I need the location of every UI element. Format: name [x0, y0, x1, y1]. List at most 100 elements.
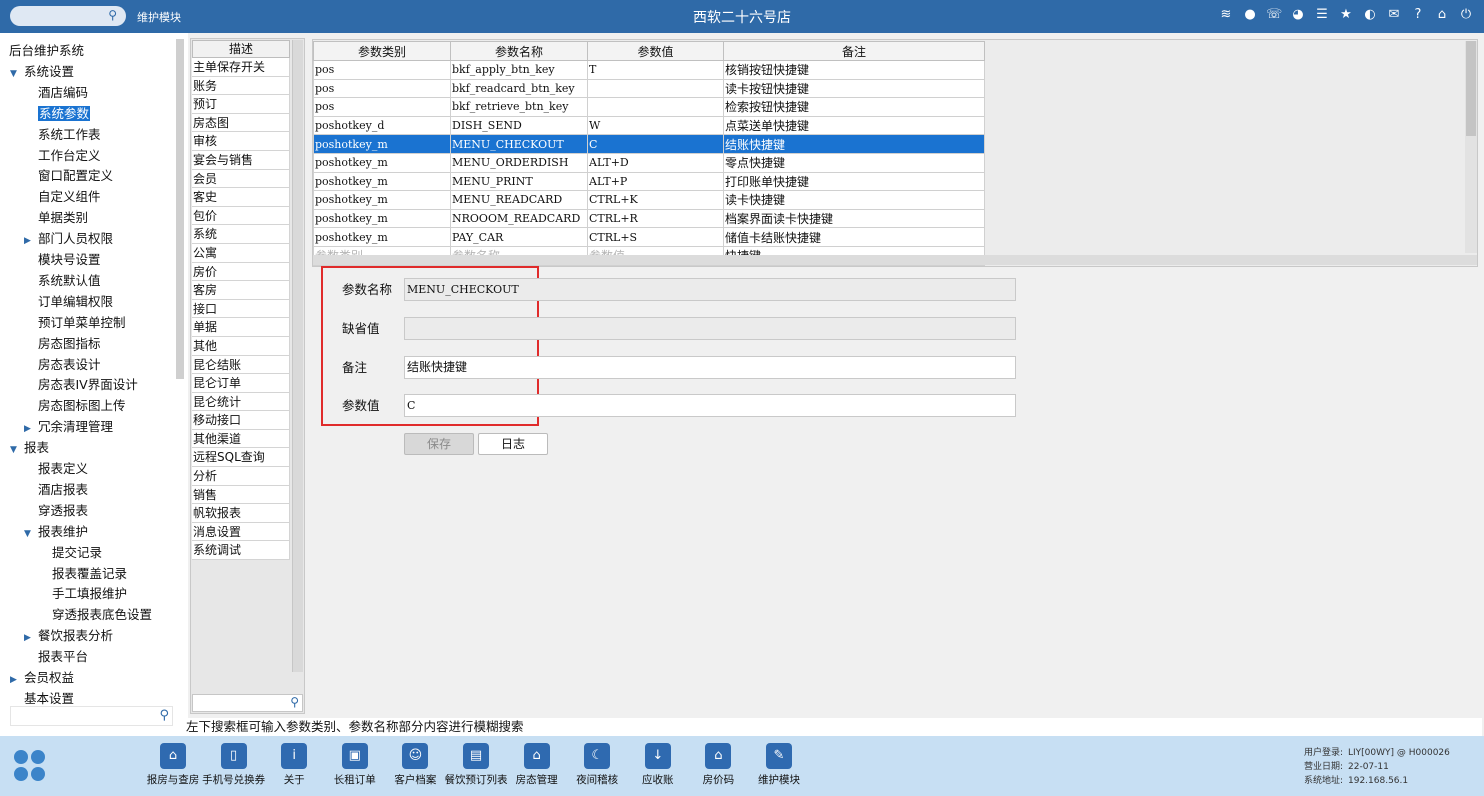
cell-note[interactable]: 读卡快捷键: [723, 190, 985, 210]
cell-note[interactable]: 检索按钮快捷键: [723, 97, 985, 117]
category-item[interactable]: 包价: [192, 206, 290, 226]
param-value-field[interactable]: C: [404, 394, 1016, 417]
cell-name[interactable]: MENU_CHECKOUT: [450, 134, 588, 154]
category-item[interactable]: 昆仑订单: [192, 374, 290, 393]
category-item[interactable]: 消息设置: [192, 522, 290, 542]
taskbar-button[interactable]: ▤ 餐饮预订列表: [444, 743, 508, 793]
table-horizontal-scrollbar[interactable]: [313, 255, 1477, 265]
sidebar-item[interactable]: ▶ 会员权益: [10, 668, 74, 688]
cell-name[interactable]: bkf_readcard_btn_key: [450, 78, 588, 99]
table-row[interactable]: pos bkf_apply_btn_key T 核销按钮快捷键: [313, 60, 985, 80]
category-item[interactable]: 销售: [192, 485, 290, 505]
table-row[interactable]: poshotkey_m MENU_ORDERDISH ALT+D 零点快捷键: [313, 152, 985, 173]
sidebar-item[interactable]: 酒店报表: [24, 480, 88, 500]
cell-category[interactable]: poshotkey_m: [313, 227, 451, 247]
category-search-input[interactable]: ⚲: [192, 694, 303, 712]
sidebar-item[interactable]: 房态表IV界面设计: [24, 375, 138, 395]
power-icon[interactable]: ⏻: [1458, 7, 1474, 23]
taskbar-button[interactable]: ✎ 维护模块: [747, 743, 811, 793]
app-logo-icon[interactable]: [14, 750, 46, 782]
sidebar-item[interactable]: ▶ 冗余清理管理: [24, 417, 113, 437]
category-item[interactable]: 其他: [192, 336, 290, 356]
cell-note[interactable]: 点菜送单快捷键: [723, 115, 985, 136]
cell-value[interactable]: C: [587, 134, 724, 154]
collapse-arrow-icon[interactable]: ▶: [24, 231, 38, 251]
expand-arrow-icon[interactable]: ▼: [10, 440, 24, 460]
cell-name[interactable]: MENU_ORDERDISH: [450, 152, 588, 173]
sidebar-item[interactable]: ▼ 报表维护: [24, 522, 88, 542]
cell-category[interactable]: poshotkey_d: [313, 115, 451, 136]
category-item[interactable]: 预订: [192, 95, 290, 114]
cell-name[interactable]: NROOOM_READCARD: [450, 208, 588, 229]
cell-value[interactable]: CTRL+K: [587, 190, 724, 210]
cell-note[interactable]: 零点快捷键: [723, 152, 985, 173]
help-icon[interactable]: ?: [1410, 7, 1426, 23]
sidebar-item[interactable]: 手工填报维护: [38, 584, 127, 604]
table-row[interactable]: poshotkey_m NROOOM_READCARD CTRL+R 档案界面读卡快捷…: [313, 208, 985, 229]
category-item[interactable]: 主单保存开关: [192, 58, 290, 77]
category-item[interactable]: 系统: [192, 225, 290, 244]
taskbar-button[interactable]: ▣ 长租订单: [323, 743, 387, 793]
sidebar-item[interactable]: 房态图指标: [24, 334, 101, 354]
cell-note[interactable]: 核销按钮快捷键: [723, 60, 985, 80]
sidebar-item[interactable]: 预订单菜单控制: [24, 313, 126, 333]
param-name-field[interactable]: MENU_CHECKOUT: [404, 278, 1016, 301]
table-row[interactable]: poshotkey_m PAY_CAR CTRL+S 储值卡结账快捷键: [313, 227, 985, 247]
category-item[interactable]: 房价: [192, 262, 290, 282]
sidebar-item[interactable]: 报表平台: [24, 647, 88, 667]
category-item[interactable]: 单据: [192, 318, 290, 337]
column-header-value[interactable]: 参数值: [587, 41, 724, 61]
column-header-category[interactable]: 参数类别: [313, 41, 451, 61]
cell-name[interactable]: bkf_apply_btn_key: [450, 60, 588, 80]
moon-icon[interactable]: ◐: [1362, 7, 1378, 23]
taskbar-button[interactable]: ⌂ 房价码: [686, 743, 750, 793]
category-item[interactable]: 公寓: [192, 243, 290, 263]
table-row[interactable]: pos bkf_retrieve_btn_key 检索按钮快捷键: [313, 97, 985, 117]
mail-icon[interactable]: ✉: [1386, 7, 1402, 23]
taskbar-button[interactable]: ⌂ 房态管理: [505, 743, 569, 793]
category-item[interactable]: 宴会与销售: [192, 150, 290, 170]
palette-icon[interactable]: ◕: [1290, 7, 1306, 23]
sidebar-item[interactable]: 房态表设计: [24, 355, 101, 375]
sidebar-item[interactable]: 后台维护系统: [9, 41, 84, 61]
search-icon[interactable]: ⚲: [108, 8, 117, 22]
category-item[interactable]: 移动接口: [192, 411, 290, 430]
table-row[interactable]: poshotkey_m MENU_CHECKOUT C 结账快捷键: [313, 134, 985, 154]
cell-note[interactable]: 档案界面读卡快捷键: [723, 208, 985, 229]
star-icon[interactable]: ★: [1338, 7, 1354, 23]
cell-name[interactable]: PAY_CAR: [450, 227, 588, 247]
cell-value[interactable]: T: [587, 60, 724, 80]
collapse-arrow-icon[interactable]: ▶: [10, 670, 24, 690]
cell-name[interactable]: DISH_SEND: [450, 115, 588, 136]
cell-name[interactable]: bkf_retrieve_btn_key: [450, 97, 588, 117]
cell-value[interactable]: ALT+D: [587, 152, 724, 173]
sidebar-item[interactable]: 报表定义: [24, 459, 88, 479]
sidebar-item[interactable]: 工作台定义: [24, 146, 101, 166]
taskbar-button[interactable]: i 关于: [262, 743, 326, 793]
cell-note[interactable]: 结账快捷键: [723, 134, 985, 154]
taskbar-button[interactable]: ☺ 客户档案: [383, 743, 447, 793]
sidebar-item[interactable]: 订单编辑权限: [24, 292, 113, 312]
category-item[interactable]: 分析: [192, 467, 290, 486]
table-row[interactable]: poshotkey_m MENU_PRINT ALT+P 打印账单快捷键: [313, 171, 985, 192]
taskbar-button[interactable]: ☾ 夜间稽核: [565, 743, 629, 793]
table-row[interactable]: pos bkf_readcard_btn_key 读卡按钮快捷键: [313, 78, 985, 99]
cell-value[interactable]: CTRL+S: [587, 227, 724, 247]
sidebar-item[interactable]: 自定义组件: [24, 187, 101, 207]
category-item[interactable]: 帆软报表: [192, 504, 290, 523]
table-row[interactable]: poshotkey_d DISH_SEND W 点菜送单快捷键: [313, 115, 985, 136]
sidebar-item[interactable]: 穿透报表底色设置: [38, 605, 152, 625]
phone-icon[interactable]: ☏: [1266, 7, 1282, 23]
taskbar-button[interactable]: ⌂ 报房与查房: [141, 743, 205, 793]
cell-value[interactable]: W: [587, 115, 724, 136]
chat-icon[interactable]: ●: [1242, 7, 1258, 23]
sidebar-item[interactable]: 单据类别: [24, 208, 88, 228]
taskbar-button[interactable]: ↓ 应收账: [626, 743, 690, 793]
log-button[interactable]: 日志: [478, 433, 548, 455]
cell-value[interactable]: [587, 97, 724, 117]
top-search-input[interactable]: ⚲: [10, 6, 126, 26]
category-scrollbar[interactable]: [292, 40, 303, 672]
sidebar-item[interactable]: 模块号设置: [24, 250, 101, 270]
sidebar-item[interactable]: 提交记录: [38, 543, 102, 563]
sidebar-item[interactable]: 穿透报表: [24, 501, 88, 521]
